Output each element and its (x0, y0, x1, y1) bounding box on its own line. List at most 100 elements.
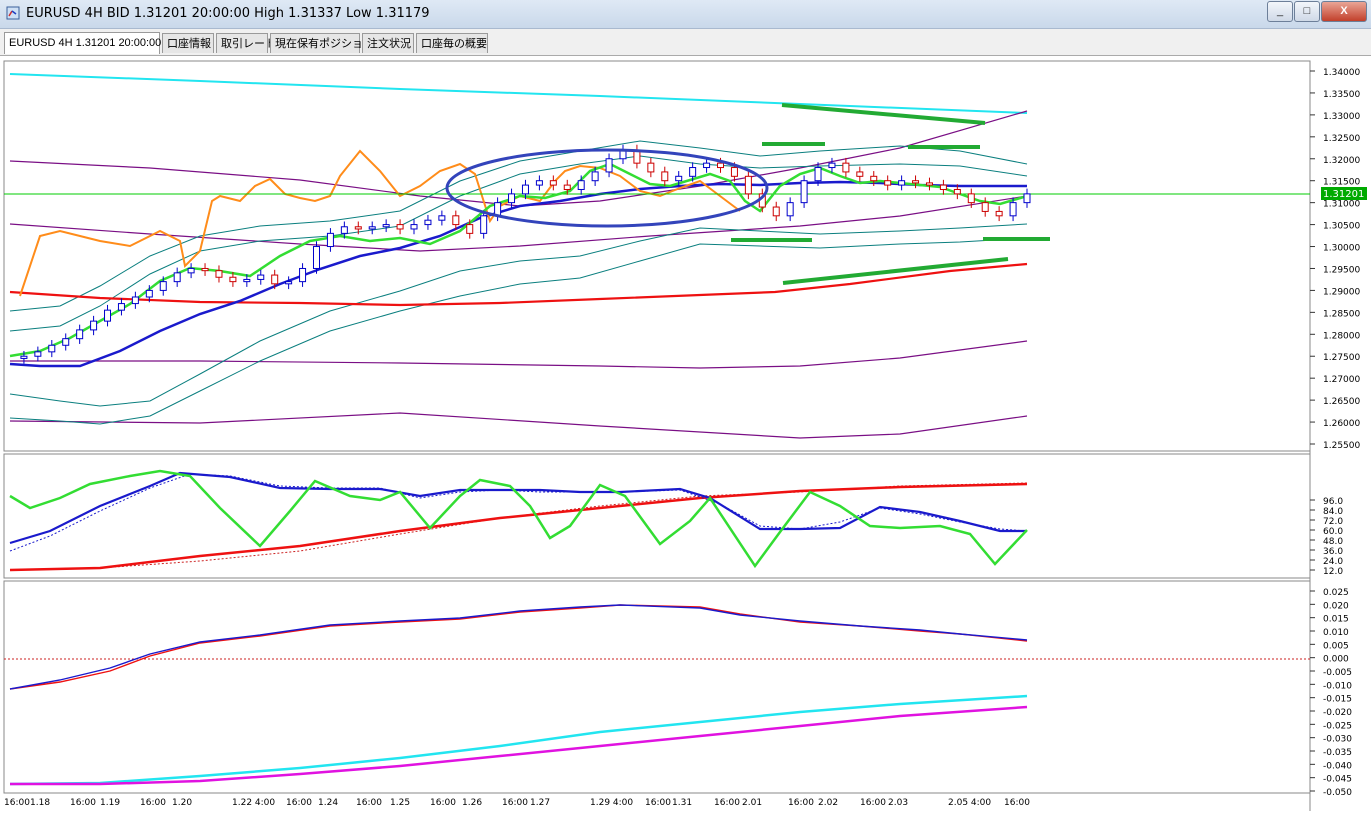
chart-window-icon (6, 6, 20, 20)
tab-account-info[interactable]: 口座情報 (162, 33, 214, 53)
candle-body (842, 162, 850, 173)
candle-body (368, 226, 376, 230)
candle-body (563, 184, 571, 190)
candle-body (285, 281, 293, 285)
candle-body (535, 180, 543, 186)
price-axis-label: 1.33000 (1323, 112, 1360, 122)
candle-body (145, 289, 153, 298)
price-axis-label: 1.33500 (1323, 90, 1360, 100)
candle-body (884, 180, 892, 186)
macd-axis-label: -0.035 (1323, 748, 1352, 758)
macd-axis-label: 0.020 (1323, 601, 1349, 611)
price-axis-label: 1.30500 (1323, 222, 1360, 232)
candle-body (508, 193, 516, 204)
chart-area[interactable]: 1.31201 1.34000 1.33500 1.33000 1.32500 1.32… (0, 56, 1371, 811)
stoch-axis-label: 84.0 (1323, 507, 1343, 517)
price-axis-label: 1.29000 (1323, 287, 1360, 297)
candle-body (410, 224, 418, 230)
candle-body (870, 175, 878, 182)
time-axis-label: 1.26 (462, 798, 482, 808)
window-title: EURUSD 4H BID 1.31201 20:00:00 High 1.31… (26, 6, 430, 21)
tab-bar: EURUSD 4H 1.31201 20:00:00 口座情報 取引レート 現在… (0, 29, 1371, 56)
candle-body (466, 224, 474, 234)
time-axis-label: 2.02 (818, 798, 838, 808)
stoch-axis-label: 36.0 (1323, 547, 1343, 557)
candle-body (591, 171, 599, 182)
candle-body (772, 206, 780, 217)
time-axis-label: 16:00 (645, 798, 671, 808)
macd-axis-label: -0.025 (1323, 721, 1352, 731)
time-axis-label: 1.25 (390, 798, 410, 808)
time-axis-label: 2.01 (742, 798, 762, 808)
candle-body (675, 175, 683, 182)
tab-chart[interactable]: EURUSD 4H 1.31201 20:00:00 (4, 32, 161, 54)
price-axis-label: 1.29500 (1323, 265, 1360, 275)
tab-trade-rates[interactable]: 取引レート (216, 33, 276, 53)
candle-body (1009, 202, 1017, 217)
candle-body (647, 162, 655, 173)
candle-body (661, 171, 669, 182)
minimize-button[interactable]: _ (1267, 1, 1293, 22)
price-axis-label: 1.31000 (1323, 200, 1360, 210)
candle-body (689, 167, 697, 177)
price-axis-label: 1.31500 (1323, 178, 1360, 188)
macd-axis-label: -0.030 (1323, 735, 1352, 745)
candle-body (605, 158, 613, 173)
candle-body (312, 246, 320, 269)
candle-body (424, 219, 432, 226)
close-button[interactable]: X (1321, 1, 1367, 22)
candle-body (730, 167, 738, 177)
macd-axis-label: 0.015 (1323, 615, 1349, 625)
candle-body (20, 355, 28, 359)
candle-body (76, 329, 84, 340)
candle-body (340, 226, 348, 234)
candle-body (326, 232, 334, 248)
stoch-axis-label: 96.0 (1323, 497, 1343, 507)
candle-body (786, 202, 794, 217)
stoch-axis-label: 72.0 (1323, 517, 1343, 527)
time-axis-label: 16:00 (430, 798, 456, 808)
tab-orders[interactable]: 注文状況 (362, 33, 414, 53)
title-bar: EURUSD 4H BID 1.31201 20:00:00 High 1.31… (0, 0, 1371, 29)
maximize-button[interactable]: □ (1294, 1, 1320, 22)
macd-axis-label: -0.020 (1323, 708, 1352, 718)
tab-account-summary[interactable]: 口座毎の概要 (416, 33, 488, 53)
stoch-axis-label: 24.0 (1323, 557, 1343, 567)
price-axis-label: 1.26500 (1323, 397, 1360, 407)
candle-body (912, 180, 920, 184)
candle-body (354, 226, 362, 230)
price-axis-label: 1.34000 (1323, 68, 1360, 78)
price-axis-label: 1.32000 (1323, 156, 1360, 166)
candle-body (856, 171, 864, 177)
candle-body (271, 274, 279, 285)
candle-body (703, 162, 711, 169)
candle-body (953, 188, 961, 195)
time-axis-label: 16:00 (714, 798, 740, 808)
time-axis-label: 1.20 (172, 798, 192, 808)
time-axis-label: 16:00 (788, 798, 814, 808)
time-axis-label: 1.27 (530, 798, 550, 808)
price-axis-label: 1.28000 (1323, 331, 1360, 341)
time-axis-label: 16:00 (286, 798, 312, 808)
candle-body (800, 180, 808, 204)
candle-body (131, 296, 139, 305)
macd-axis-label: 0.000 (1323, 655, 1349, 665)
candle-body (257, 274, 265, 280)
time-axis-label: 16:00 (70, 798, 96, 808)
time-axis-label: 16:00 (140, 798, 166, 808)
candle-body (62, 338, 70, 346)
candle-body (159, 281, 167, 291)
candle-body (925, 182, 933, 186)
tab-open-positions[interactable]: 現在保有ポジション (270, 33, 374, 53)
candle-body (744, 175, 752, 195)
stoch-axis-label: 60.0 (1323, 527, 1343, 537)
time-axis-label: 16:00 (4, 798, 30, 808)
macd-axis-label: -0.045 (1323, 775, 1352, 785)
time-axis-label: 2.03 (888, 798, 908, 808)
macd-axis-label: -0.040 (1323, 761, 1352, 771)
chart-canvas[interactable]: 1.31201 1.34000 1.33500 1.33000 1.32500 1.32… (0, 56, 1371, 811)
candle-body (814, 167, 822, 182)
candle-body (521, 184, 529, 195)
candle-body (717, 162, 725, 169)
price-axis-label: 1.28500 (1323, 309, 1360, 319)
